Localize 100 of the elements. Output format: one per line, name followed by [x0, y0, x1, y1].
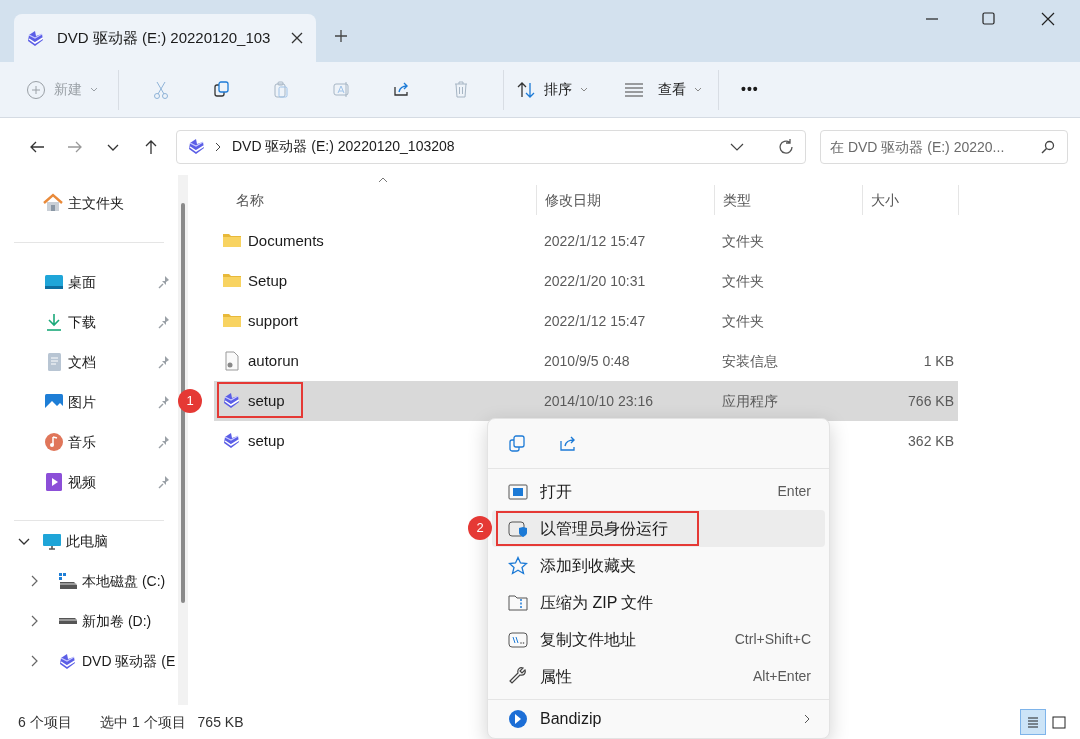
column-header[interactable]: 修改日期 — [536, 185, 714, 215]
tab-title: DVD 驱动器 (E:) 20220120_103 — [57, 27, 272, 48]
tree-item[interactable]: DVD 驱动器 (E — [0, 641, 176, 681]
drive-icon — [58, 617, 78, 625]
view-button[interactable]: 查看 — [624, 71, 702, 108]
menu-item[interactable]: 属性 Alt+Enter — [492, 658, 825, 695]
chevron-down-icon — [90, 86, 98, 93]
column-header[interactable]: 类型 — [714, 185, 862, 215]
menu-item[interactable]: 添加到收藏夹 — [492, 547, 825, 584]
file-size: 1 KB — [923, 352, 954, 369]
dvd-drive-icon — [26, 28, 45, 48]
picture-icon — [44, 392, 64, 412]
sidebar-item[interactable]: 桌面 — [0, 262, 176, 302]
tree-item[interactable]: 此电脑 — [0, 521, 176, 561]
installer-icon — [222, 431, 242, 451]
file-name: setup — [248, 430, 285, 451]
new-tab-icon[interactable] — [334, 29, 348, 43]
dvd-drive-icon — [187, 137, 206, 156]
sidebar-item[interactable]: 下载 — [0, 302, 176, 342]
chevron-down-icon — [580, 86, 588, 93]
pin-icon[interactable] — [158, 475, 170, 489]
file-row[interactable]: Documents 2022/1/12 15:47 文件夹 — [214, 221, 958, 261]
star-icon — [508, 555, 528, 576]
more-button[interactable]: ••• — [741, 79, 759, 100]
dvd-drive-icon — [58, 651, 78, 671]
sort-button[interactable]: 排序 — [516, 71, 588, 108]
menu-item[interactable]: Bandizip — [492, 700, 825, 737]
file-type: 安装信息 — [722, 352, 778, 369]
menu-item[interactable]: 复制文件地址 Ctrl+Shift+C — [492, 621, 825, 658]
pin-icon[interactable] — [158, 395, 170, 409]
refresh-icon[interactable] — [777, 137, 795, 156]
sidebar-item[interactable]: 文档 — [0, 342, 176, 382]
pin-icon[interactable] — [158, 435, 170, 449]
file-name: Documents — [248, 230, 324, 251]
selection-size: 765 KB — [197, 712, 244, 732]
file-date: 2010/9/5 0:48 — [544, 352, 630, 369]
settings-file-icon — [222, 351, 242, 371]
file-row[interactable]: support 2022/1/12 15:47 文件夹 — [214, 301, 958, 341]
sidebar-item[interactable]: 主文件夹 — [0, 183, 176, 223]
chevron-down-icon — [694, 86, 702, 93]
file-type: 文件夹 — [722, 232, 764, 249]
item-count: 6 个项目 — [18, 712, 73, 732]
delete-icon[interactable] — [452, 80, 470, 99]
file-name: Setup — [248, 270, 288, 291]
scrollbar-thumb[interactable] — [181, 203, 185, 603]
menu-item[interactable]: 以管理员身份运行 — [492, 510, 825, 547]
file-date: 2022/1/12 15:47 — [544, 232, 646, 249]
file-row[interactable]: setup 2014/10/10 23:16 应用程序 766 KB — [214, 381, 958, 421]
file-size: 766 KB — [908, 392, 954, 409]
close-icon[interactable] — [290, 31, 304, 45]
cut-icon[interactable] — [152, 80, 170, 99]
view-toggle[interactable] — [1020, 709, 1046, 735]
search-field[interactable]: 在 DVD 驱动器 (E:) 20220... — [820, 129, 1068, 164]
file-name: autorun — [248, 350, 299, 371]
zip-folder-icon — [508, 592, 528, 613]
menu-item[interactable]: 打开 Enter — [492, 473, 825, 510]
search-icon — [1040, 138, 1056, 155]
file-type: 应用程序 — [722, 392, 778, 409]
file-name: setup — [248, 390, 285, 411]
address-bar[interactable]: DVD 驱动器 (E:) 20220120_103208 — [176, 129, 806, 164]
sidebar-item[interactable]: 视频 — [0, 462, 176, 502]
pin-icon[interactable] — [158, 355, 170, 369]
chevron-right-icon — [214, 141, 222, 152]
shield-window-icon — [508, 518, 528, 539]
file-size: 362 KB — [908, 432, 954, 449]
address-path: DVD 驱动器 (E:) 20220120_103208 — [232, 137, 456, 156]
file-name: support — [248, 310, 299, 331]
sidebar-item[interactable]: 音乐 — [0, 422, 176, 462]
monitor-icon — [42, 531, 62, 551]
menu-item[interactable]: 压缩为 ZIP 文件 — [492, 584, 825, 621]
sort-caret-icon — [378, 177, 388, 183]
window-icon — [508, 481, 528, 502]
video-icon — [44, 472, 64, 492]
pin-icon[interactable] — [158, 315, 170, 329]
sidebar-item[interactable]: 图片 — [0, 382, 176, 422]
share-icon[interactable] — [392, 80, 410, 99]
file-row[interactable]: setup 362 KB — [214, 421, 958, 461]
path-icon — [508, 629, 528, 650]
list-icon — [624, 82, 644, 97]
file-date: 2022/1/20 10:31 — [544, 272, 646, 289]
copy-icon[interactable] — [508, 433, 528, 454]
tree-item[interactable]: 新加卷 (D:) — [0, 601, 176, 641]
file-type: 文件夹 — [722, 272, 764, 289]
music-note-icon — [44, 432, 64, 452]
tab[interactable]: DVD 驱动器 (E:) 20220120_103 — [14, 14, 316, 62]
file-type: 文件夹 — [722, 312, 764, 329]
desktop-icon — [44, 272, 64, 292]
bandizip-icon — [508, 708, 528, 729]
copy-icon[interactable] — [212, 80, 230, 99]
download-arrow-icon — [44, 312, 64, 332]
plus-circle-icon — [26, 79, 46, 100]
pin-icon[interactable] — [158, 275, 170, 289]
drive-icon — [58, 571, 78, 591]
file-row[interactable]: Setup 2022/1/20 10:31 文件夹 — [214, 261, 958, 301]
column-header[interactable]: 名称 — [214, 185, 536, 215]
shortcut-text: Enter — [777, 482, 811, 501]
callout-badge: 2 — [468, 516, 492, 540]
tree-item[interactable]: 本地磁盘 (C:) — [0, 561, 176, 601]
shortcut-text: Ctrl+Shift+C — [734, 630, 811, 649]
file-row[interactable]: autorun 2010/9/5 0:48 安装信息 1 KB — [214, 341, 958, 381]
